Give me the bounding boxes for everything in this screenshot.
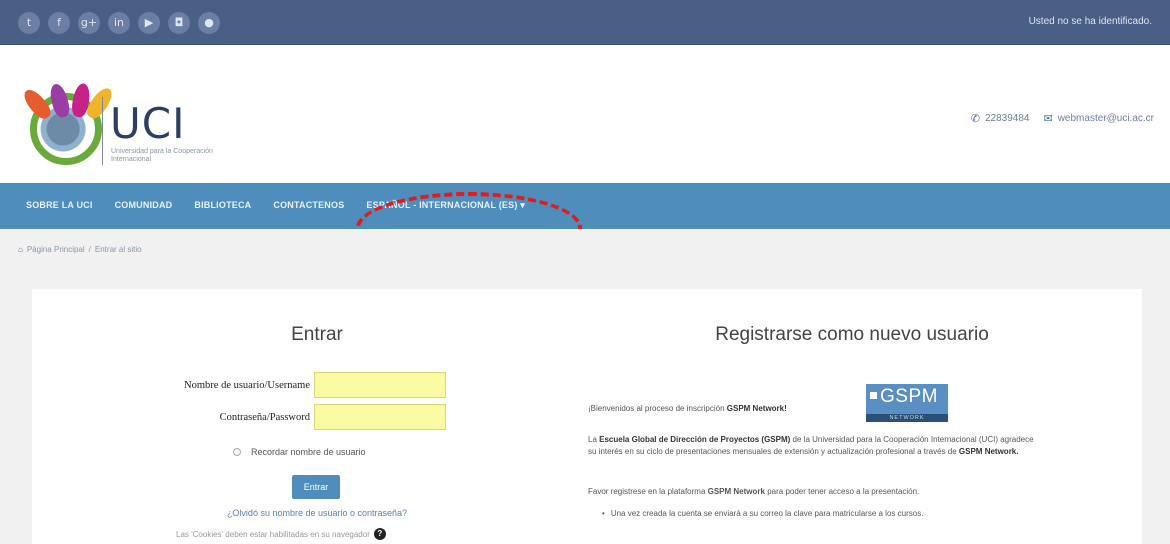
email-address: webmaster@uci.ac.cr — [1057, 113, 1154, 124]
login-status[interactable]: Usted no se ha identificado. — [1029, 16, 1152, 27]
para2-prefix: Favor registrese en la plataforma — [588, 487, 706, 496]
envelope-icon: ✉ — [1043, 113, 1053, 125]
forgot-password-link[interactable]: ¿Olvidó su nombre de usuario o contraseñ… — [32, 508, 602, 518]
logo-text: UCI — [110, 99, 186, 148]
top-bar: t f g+ in ▶ ◘ ● Usted no se ha identific… — [0, 0, 1170, 45]
instagram-icon[interactable]: ◘ — [168, 12, 190, 34]
help-icon[interactable]: ? — [373, 528, 386, 540]
cookies-note: Las 'Cookies' deben estar habilitadas en… — [176, 528, 386, 540]
main-content: Entrar Nombre de usuario/Username Contra… — [0, 277, 1170, 544]
login-panel: Entrar Nombre de usuario/Username Contra… — [32, 289, 1142, 544]
welcome-brand: GSPM Network! — [726, 404, 787, 413]
main-nav: SOBRE LA UCI COMUNIDAD BIBLIOTECA CONTAC… — [0, 183, 1170, 229]
social-icons: t f g+ in ▶ ◘ ● — [18, 12, 220, 34]
phone-icon: ✆ — [970, 113, 980, 125]
home-icon: ⌂ — [18, 245, 23, 254]
register-welcome: ¡Bienvenidos al proceso de inscripción G… — [588, 404, 787, 413]
gspm-logo: GSPM NETWORK — [866, 384, 948, 422]
password-label: Contraseña/Password — [219, 411, 310, 423]
breadcrumb-separator: / — [88, 245, 91, 254]
username-row: Nombre de usuario/Username — [144, 372, 446, 398]
register-section: Registrarse como nuevo usuario ¡Bienveni… — [572, 289, 1142, 544]
remember-row: Recordar nombre de usuario — [233, 447, 366, 457]
twitter-icon[interactable]: t — [18, 12, 40, 34]
bullet-icon: • — [602, 509, 605, 518]
nav-item-community[interactable]: COMUNIDAD — [115, 200, 173, 211]
username-label: Nombre de usuario/Username — [184, 379, 310, 391]
remember-label: Recordar nombre de usuario — [251, 447, 366, 457]
gspm-logo-text: GSPM — [880, 386, 938, 407]
gspm-square-icon — [870, 392, 877, 399]
nav-item-library[interactable]: BIBLIOTECA — [194, 200, 251, 211]
welcome-text: ¡Bienvenidos al proceso de inscripción — [588, 404, 725, 413]
breadcrumb: ⌂ Página Principal / Entrar al sitio — [18, 245, 142, 254]
phone-contact[interactable]: ✆ 22839484 — [971, 112, 1030, 125]
para-brand: GSPM Network. — [958, 447, 1019, 456]
password-row: Contraseña/Password — [144, 404, 446, 430]
username-input[interactable] — [314, 372, 446, 398]
gspm-logo-sub: NETWORK — [866, 414, 948, 422]
uci-logo[interactable]: UCI Universidad para la Cooperación Inte… — [20, 75, 252, 175]
youtube-icon[interactable]: ▶ — [138, 12, 160, 34]
login-button[interactable]: Entrar — [292, 475, 340, 499]
site-header: UCI Universidad para la Cooperación Inte… — [0, 45, 1170, 183]
flickr-icon[interactable]: ● — [198, 12, 220, 34]
logo-divider — [102, 97, 103, 165]
para-intro: La — [588, 435, 597, 444]
login-title: Entrar — [291, 324, 343, 345]
nav-item-about[interactable]: SOBRE LA UCI — [26, 200, 93, 211]
breadcrumb-home[interactable]: Página Principal — [27, 245, 85, 254]
register-instruction: Favor registrese en la plataforma GSPM N… — [588, 487, 919, 496]
login-section: Entrar Nombre de usuario/Username Contra… — [32, 289, 602, 544]
para2-brand: GSPM Network — [707, 487, 765, 496]
bullet-text: Una vez creada la cuenta se enviará a su… — [610, 509, 924, 518]
para2-suffix: para poder tener acceso a la presentació… — [767, 487, 920, 496]
para-school: Escuela Global de Dirección de Proyectos… — [599, 435, 791, 444]
cookies-text: Las 'Cookies' deben estar habilitadas en… — [176, 529, 370, 539]
phone-number: 22839484 — [984, 113, 1030, 124]
password-input[interactable] — [314, 404, 446, 430]
register-title: Registrarse como nuevo usuario — [715, 324, 989, 345]
logo-subtitle: Universidad para la Cooperación Internac… — [111, 148, 213, 163]
nav-item-contact[interactable]: CONTACTENOS — [273, 200, 344, 211]
email-contact[interactable]: ✉ webmaster@uci.ac.cr — [1043, 112, 1154, 125]
contact-info: ✆ 22839484 ✉ webmaster@uci.ac.cr — [971, 112, 1154, 125]
google-plus-icon[interactable]: g+ — [78, 12, 100, 34]
register-bullet: • Una vez creada la cuenta se enviará a … — [602, 509, 923, 518]
facebook-icon[interactable]: f — [48, 12, 70, 34]
breadcrumb-bar: ⌂ Página Principal / Entrar al sitio — [0, 229, 1170, 277]
linkedin-icon[interactable]: in — [108, 12, 130, 34]
breadcrumb-current: Entrar al sitio — [94, 245, 142, 254]
remember-checkbox[interactable] — [233, 448, 241, 456]
register-description: La Escuela Global de Dirección de Proyec… — [588, 434, 1034, 458]
